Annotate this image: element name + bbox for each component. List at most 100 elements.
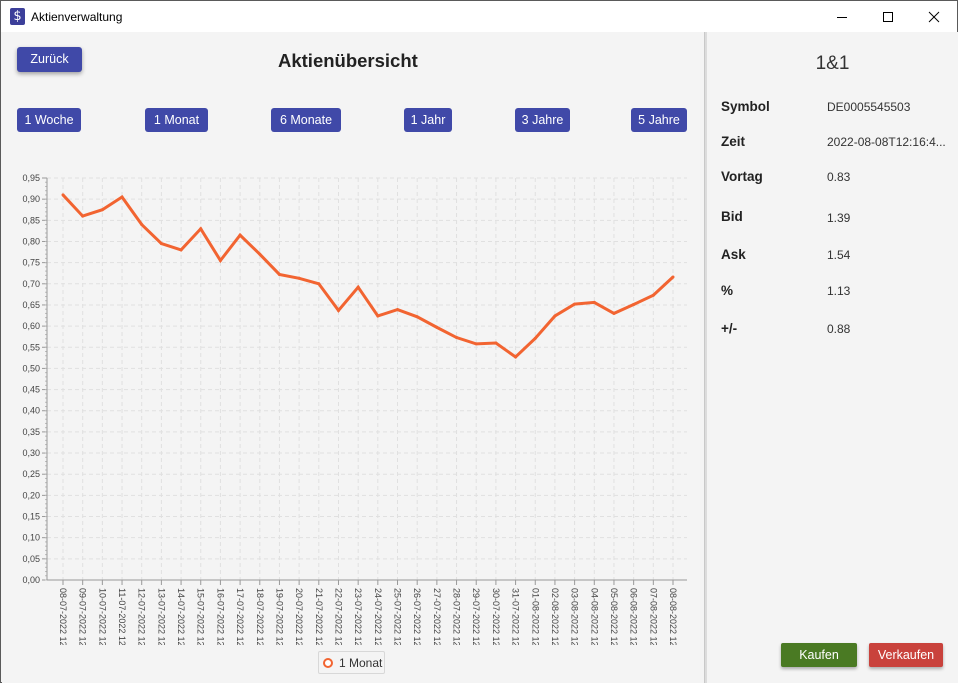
- x-tick-label: 22-07-2022 12:16: [333, 588, 343, 645]
- range-button-5-years[interactable]: 5 Jahre: [631, 108, 687, 132]
- x-tick-label: 25-07-2022 12:16: [393, 588, 403, 645]
- x-tick-label: 17-07-2022 12:16: [235, 588, 245, 645]
- symbol-value: DE0005545503: [827, 100, 911, 114]
- ask-label: Ask: [721, 247, 746, 262]
- x-tick-label: 06-08-2022 12:16: [629, 588, 639, 645]
- y-tick-label: 0,25: [22, 469, 40, 479]
- range-button-3-years[interactable]: 3 Jahre: [515, 108, 570, 132]
- data-point: [514, 355, 518, 359]
- data-point: [671, 275, 675, 279]
- x-tick-label: 30-07-2022 12:16: [491, 588, 501, 645]
- x-tick-label: 23-07-2022 12:16: [353, 588, 363, 645]
- range-button-1-year[interactable]: 1 Jahr: [404, 108, 452, 132]
- percent-label: %: [721, 283, 734, 298]
- data-point: [199, 227, 203, 231]
- y-tick-label: 0,05: [22, 554, 40, 564]
- y-tick-label: 0,95: [22, 173, 40, 183]
- x-tick-label: 24-07-2022 12:16: [373, 588, 383, 645]
- x-tick-label: 29-07-2022 12:16: [471, 588, 481, 645]
- x-tick-label: 04-08-2022 12:16: [589, 588, 599, 645]
- data-point: [356, 285, 360, 289]
- window-title: Aktienverwaltung: [31, 10, 123, 24]
- x-tick-label: 09-07-2022 12:16: [78, 588, 88, 645]
- x-tick-label: 31-07-2022 12:16: [511, 588, 521, 645]
- dollar-app-icon: $: [10, 8, 25, 25]
- minimize-button[interactable]: [819, 1, 865, 32]
- close-button[interactable]: [911, 1, 957, 32]
- range-button-6-months[interactable]: 6 Monate: [271, 108, 341, 132]
- x-tick-label: 14-07-2022 12:16: [176, 588, 186, 645]
- x-tick-label: 05-08-2022 12:16: [609, 588, 619, 645]
- x-tick-label: 28-07-2022 12:16: [452, 588, 462, 645]
- stock-detail-pane: 1&1 Symbol DE0005545503 Zeit 2022-08-08T…: [707, 32, 958, 683]
- data-point: [317, 282, 321, 286]
- x-tick-label: 15-07-2022 12:16: [196, 588, 206, 645]
- y-tick-label: 0,70: [22, 279, 40, 289]
- maximize-icon: [883, 11, 893, 22]
- title-bar: $ Aktienverwaltung: [1, 1, 957, 32]
- data-point: [179, 248, 183, 252]
- y-tick-label: 0,15: [22, 512, 40, 522]
- data-point: [336, 308, 340, 312]
- x-tick-label: 10-07-2022 12:16: [97, 588, 107, 645]
- data-point: [573, 302, 577, 306]
- data-point: [494, 341, 498, 345]
- percent-value: 1.13: [827, 284, 851, 298]
- y-tick-label: 0,10: [22, 533, 40, 543]
- x-tick-label: 11-07-2022 12:16: [117, 588, 127, 645]
- data-point: [474, 342, 478, 346]
- ask-value: 1.54: [827, 248, 851, 262]
- chart-pane: Zurück Aktienübersicht 1 Woche 1 Monat 6…: [2, 32, 704, 683]
- price-line-chart: 0,00 0,05 0,10 0,15 0,20 0,25 0,30 0,35 0,40 0,45…: [22, 173, 687, 645]
- data-point: [533, 336, 537, 340]
- data-point: [258, 252, 262, 256]
- change-label: +/-: [721, 321, 738, 336]
- data-point: [81, 214, 85, 218]
- back-button[interactable]: Zurück: [17, 47, 82, 72]
- maximize-button[interactable]: [865, 1, 911, 32]
- y-tick-label: 0,40: [22, 406, 40, 416]
- minimize-icon: [837, 16, 847, 18]
- data-point: [632, 303, 636, 307]
- data-point: [140, 223, 144, 227]
- bid-label: Bid: [721, 209, 743, 224]
- x-tick-label: 12-07-2022 12:16: [137, 588, 147, 645]
- buy-button[interactable]: Kaufen: [781, 643, 857, 667]
- chart-legend[interactable]: 1 Monat: [318, 651, 385, 674]
- x-tick-label: 07-08-2022 12:16: [648, 588, 658, 645]
- sell-button[interactable]: Verkaufen: [869, 643, 943, 667]
- x-tick-label: 20-07-2022 12:16: [294, 588, 304, 645]
- legend-marker-icon: [323, 657, 333, 668]
- x-tick-label: 01-08-2022 12:16: [530, 588, 540, 645]
- bid-value: 1.39: [827, 211, 851, 225]
- data-point: [553, 314, 557, 318]
- y-tick-label: 0,80: [22, 236, 40, 246]
- range-button-1-month[interactable]: 1 Monat: [145, 108, 208, 132]
- y-tick-label: 0,90: [22, 194, 40, 204]
- range-button-1-week[interactable]: 1 Woche: [17, 108, 81, 132]
- y-tick-label: 0,00: [22, 575, 40, 585]
- close-icon: [928, 11, 940, 22]
- y-tick-label: 0,20: [22, 490, 40, 500]
- y-tick-label: 0,45: [22, 385, 40, 395]
- y-tick-label: 0,55: [22, 342, 40, 352]
- y-tick-label: 0,35: [22, 427, 40, 437]
- symbol-label: Symbol: [721, 99, 770, 114]
- data-point: [120, 195, 124, 199]
- stock-name: 1&1: [815, 53, 850, 74]
- y-tick-label: 0,50: [22, 363, 40, 373]
- x-tick-label: 08-08-2022 12:16: [668, 588, 678, 645]
- y-tick-label: 0,75: [22, 258, 40, 268]
- app-window: $ Aktienverwaltung Zurück Aktienübersich…: [0, 0, 958, 683]
- data-point: [61, 193, 65, 197]
- y-tick-label: 0,30: [22, 448, 40, 458]
- y-tick-label: 0,65: [22, 300, 40, 310]
- x-tick-label: 08-07-2022 12:16: [58, 588, 68, 645]
- x-tick-label: 27-07-2022 12:16: [432, 588, 442, 645]
- data-point: [415, 315, 419, 319]
- x-tick-label: 03-08-2022 12:16: [570, 588, 580, 645]
- data-point: [238, 233, 242, 237]
- change-value: 0.88: [827, 322, 851, 336]
- data-point: [218, 259, 222, 263]
- y-tick-label: 0,85: [22, 215, 40, 225]
